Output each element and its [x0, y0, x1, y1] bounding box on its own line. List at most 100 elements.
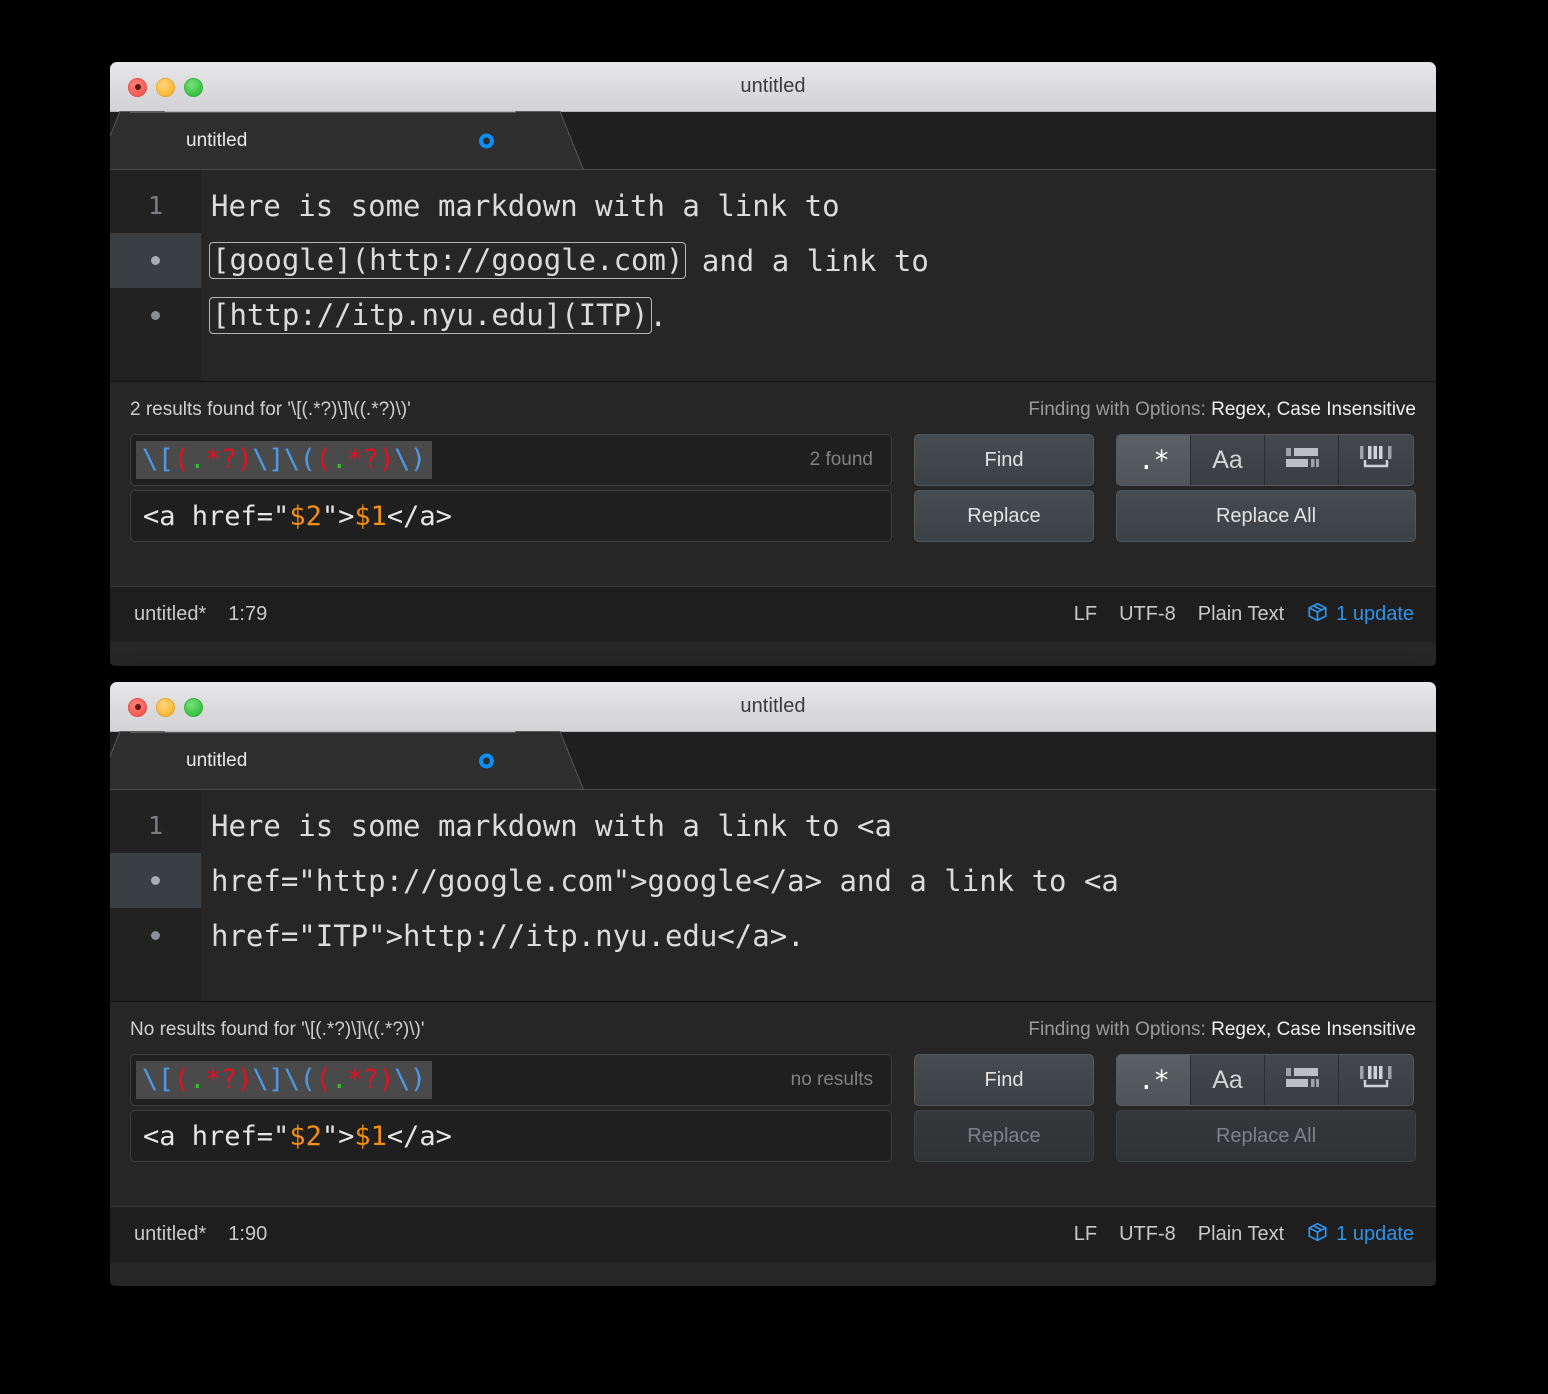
status-line-ending[interactable]: LF	[1074, 603, 1097, 626]
replace-input[interactable]: <a href="$2">$1</a>	[130, 1110, 892, 1162]
soft-wrap-dot-icon	[151, 256, 160, 265]
find-input[interactable]: \[(.*?)\]\((.*?)\) no results	[130, 1054, 892, 1106]
regex-token: )	[378, 444, 395, 475]
replace-token: $2	[289, 500, 322, 532]
desktop-background: untitled untitled 1 Here is some markdown w…	[0, 0, 1548, 1394]
package-box-icon	[1306, 601, 1329, 629]
replace-token: <a href="	[143, 500, 290, 532]
regex-token: (	[315, 444, 332, 475]
package-box-icon	[1306, 1221, 1329, 1249]
find-result-hint: 2 found	[809, 449, 873, 470]
in-selection-toggle[interactable]	[1265, 1055, 1339, 1105]
regex-token: )	[378, 1064, 395, 1095]
regex-token: .	[331, 444, 347, 475]
code-line: Here is some markdown with a link to <a	[211, 798, 1436, 853]
whole-word-toggle[interactable]	[1339, 435, 1413, 485]
find-options-label: Finding with Options: Regex, Case Insens…	[1028, 1019, 1416, 1041]
find-options-prefix: Finding with Options:	[1028, 1019, 1206, 1040]
regex-token: (	[315, 1064, 332, 1095]
replace-token: ">	[321, 500, 355, 532]
replace-button[interactable]: Replace	[914, 1110, 1094, 1162]
close-window-button[interactable]	[128, 697, 147, 717]
tab-untitled[interactable]: untitled	[130, 732, 550, 789]
find-button[interactable]: Find	[914, 434, 1094, 486]
code-text[interactable]: Here is some markdown with a link to [goo…	[201, 170, 1436, 381]
status-cursor[interactable]: 1:90	[228, 1223, 267, 1246]
close-window-button[interactable]	[128, 77, 147, 97]
regex-token: *?	[205, 1064, 237, 1095]
status-syntax[interactable]: Plain Text	[1198, 603, 1284, 626]
regex-token: \)	[394, 1064, 426, 1095]
status-line-ending[interactable]: LF	[1074, 1223, 1097, 1246]
status-right: LF UTF-8 Plain Text 1 update	[1074, 601, 1414, 629]
traffic-lights	[128, 62, 203, 112]
tab-top-edge	[130, 112, 550, 113]
in-selection-toggle[interactable]	[1265, 435, 1339, 485]
status-encoding[interactable]: UTF-8	[1119, 603, 1176, 626]
regex-token: \]	[252, 1064, 284, 1095]
code-line: href="http://google.com">google</a> and …	[211, 853, 1436, 908]
wrap-indicator	[110, 908, 201, 963]
find-panel-header: No results found for '\[(.*?)\]\((.*?)\)…	[130, 1002, 1416, 1050]
find-options-label: Finding with Options: Regex, Case Insens…	[1028, 399, 1416, 421]
replace-token: $1	[354, 1120, 387, 1152]
status-bar: untitled* 1:79 LF UTF-8 Plain Text 1 update	[110, 586, 1436, 642]
find-replace-panel: 2 results found for '\[(.*?)\]\((.*?)\)'…	[110, 382, 1436, 586]
max-window-button[interactable]	[184, 697, 203, 717]
replace-row: <a href="$2">$1</a> Replace Replace All	[130, 490, 1416, 542]
code-line: [google](http://google.com) and a link t…	[209, 233, 1436, 288]
find-input[interactable]: \[(.*?)\]\((.*?)\) 2 found	[130, 434, 892, 486]
regex-icon: .*	[1138, 444, 1170, 476]
status-encoding[interactable]: UTF-8	[1119, 1223, 1176, 1246]
status-updates-label: 1 update	[1336, 1223, 1414, 1245]
unsaved-dot-icon[interactable]	[479, 133, 494, 148]
find-button[interactable]: Find	[914, 1054, 1094, 1106]
find-options-prefix: Finding with Options:	[1028, 399, 1206, 420]
status-syntax[interactable]: Plain Text	[1198, 1223, 1284, 1246]
status-filename: untitled*	[134, 603, 207, 625]
regex-token: \)	[394, 444, 426, 475]
regex-token: (	[173, 444, 190, 475]
regex-toggle[interactable]: .*	[1117, 1055, 1191, 1105]
max-window-button[interactable]	[184, 77, 203, 97]
editor-area[interactable]: 1 Here is some markdown with a link to <a…	[110, 790, 1436, 1002]
code-text[interactable]: Here is some markdown with a link to <a h…	[201, 790, 1436, 1001]
status-updates[interactable]: 1 update	[1306, 601, 1414, 629]
regex-token: .	[331, 1064, 347, 1095]
soft-wrap-dot-icon	[151, 931, 160, 940]
soft-wrap-dot-icon	[151, 311, 160, 320]
line-number: 1	[147, 811, 164, 840]
status-cursor[interactable]: 1:79	[228, 603, 267, 626]
replace-all-button[interactable]: Replace All	[1116, 490, 1416, 542]
editor-window-2: untitled untitled 1 Here is some markdown w…	[110, 682, 1436, 1286]
status-updates[interactable]: 1 update	[1306, 1221, 1414, 1249]
case-icon: Aa	[1212, 445, 1243, 474]
replace-button[interactable]: Replace	[914, 490, 1094, 542]
status-left: untitled* 1:90	[134, 1223, 267, 1246]
code-line: href="ITP">http://itp.nyu.edu</a>.	[211, 908, 1436, 963]
replace-all-button[interactable]: Replace All	[1116, 1110, 1416, 1162]
min-window-button[interactable]	[156, 77, 175, 97]
find-result-status: No results found for '\[(.*?)\]\((.*?)\)…	[130, 1019, 425, 1040]
window-title: untitled	[740, 75, 806, 97]
tab-strip: untitled	[110, 732, 1436, 790]
code-segment: Here is some markdown with a link to	[211, 188, 840, 223]
editor-area[interactable]: 1 Here is some markdown with a link to [go…	[110, 170, 1436, 382]
whole-word-toggle[interactable]	[1339, 1055, 1413, 1105]
min-window-button[interactable]	[156, 697, 175, 717]
replace-input[interactable]: <a href="$2">$1</a>	[130, 490, 892, 542]
status-right: LF UTF-8 Plain Text 1 update	[1074, 1221, 1414, 1249]
case-sensitive-toggle[interactable]: Aa	[1191, 1055, 1265, 1105]
tab-untitled[interactable]: untitled	[130, 112, 550, 169]
find-options-value: Regex, Case Insensitive	[1211, 1019, 1416, 1040]
regex-token: )	[236, 1064, 253, 1095]
case-sensitive-toggle[interactable]: Aa	[1191, 435, 1265, 485]
regex-token: \(	[283, 1064, 316, 1095]
code-segment: and a link to	[684, 243, 929, 278]
code-segment: .	[649, 298, 667, 333]
tab-label: untitled	[186, 129, 248, 151]
status-left: untitled* 1:79	[134, 603, 267, 626]
regex-toggle[interactable]: .*	[1117, 435, 1191, 485]
unsaved-dot-icon[interactable]	[479, 753, 494, 768]
editor-window-1: untitled untitled 1 Here is some markdown w…	[110, 62, 1436, 666]
